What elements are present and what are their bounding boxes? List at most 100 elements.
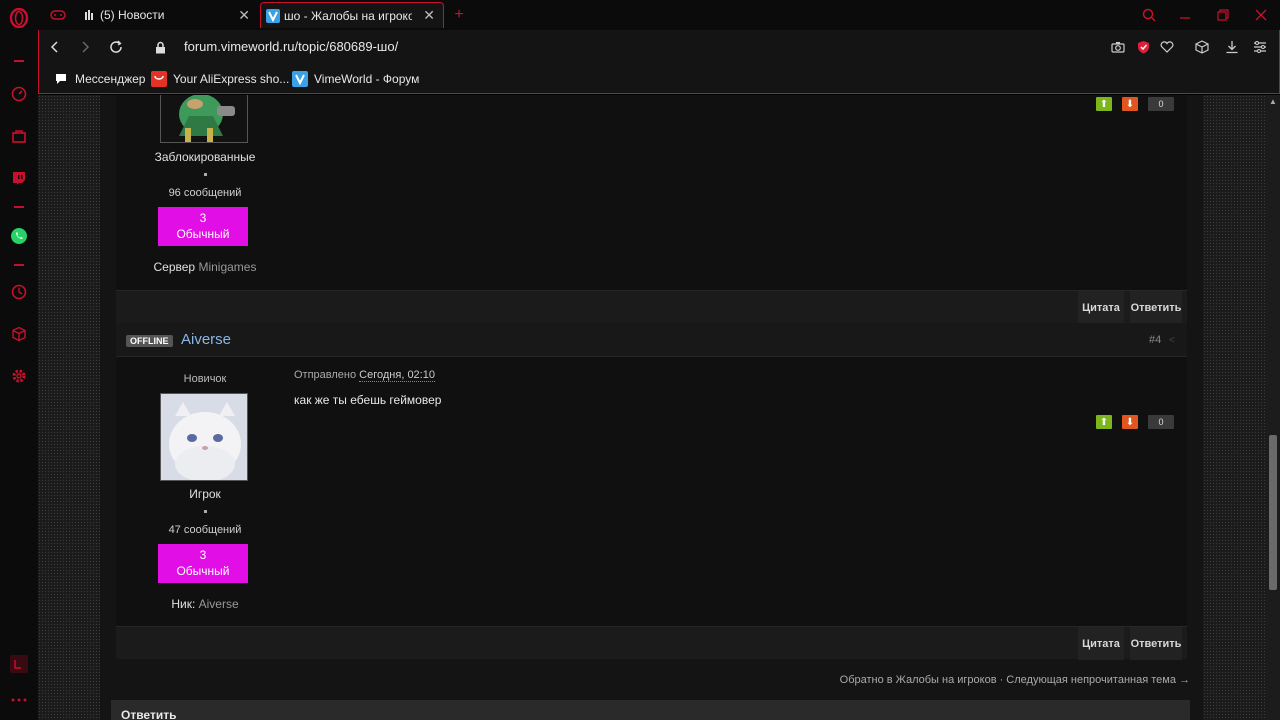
whatsapp-icon[interactable] [9, 226, 29, 246]
minimize-icon[interactable] [1176, 6, 1194, 24]
snapshot-camera-icon[interactable] [1109, 38, 1127, 56]
close-tab-icon[interactable]: ✕ [423, 7, 435, 24]
field-value: Aiverse [198, 597, 239, 611]
reputation-count: 0 [1148, 97, 1174, 111]
topic-reply-button[interactable]: Ответить [121, 708, 176, 720]
opera-sidebar [0, 0, 38, 720]
close-tab-icon[interactable]: ✕ [238, 7, 250, 24]
easy-setup-icon[interactable] [1251, 38, 1269, 56]
rep-down-arrow-icon[interactable]: ⬇ [1122, 415, 1138, 429]
scrollbar[interactable]: ▲ [1266, 95, 1280, 720]
rank-name: Обычный [176, 227, 230, 241]
reload-icon[interactable] [107, 38, 125, 56]
posts-count: 47 сообщений [168, 524, 242, 536]
page-viewport: Заблокированные 96 сообщений 3 Обычный С… [38, 95, 1280, 720]
vimeworld-logo-icon [292, 71, 308, 87]
separator-dot [204, 510, 207, 513]
sidebar-divider [14, 60, 24, 62]
tab-complaints[interactable]: шо - Жалобы на игроков ✕ [260, 2, 444, 28]
user-group: Заблокированные [154, 150, 256, 164]
user-group: Игрок [189, 487, 221, 501]
chat-bubble-icon [53, 71, 69, 87]
field-value: Minigames [198, 260, 257, 274]
bookmark-label: Мессенджер [75, 72, 146, 86]
news-favicon-icon [84, 9, 96, 21]
reply-button[interactable]: Ответить [1130, 627, 1182, 660]
bookmark-label: VimeWorld - Форум [314, 72, 420, 86]
lock-icon[interactable] [151, 38, 169, 56]
date-prefix: Отправлено [294, 369, 357, 381]
close-window-icon[interactable] [1252, 6, 1270, 24]
back-arrow-icon[interactable] [46, 38, 64, 56]
quote-button[interactable]: Цитата [1078, 627, 1124, 660]
new-tab-plus-icon[interactable]: + [450, 6, 468, 24]
post-body: Заблокированные 96 сообщений 3 Обычный С… [116, 95, 1187, 290]
download-icon[interactable] [1223, 38, 1241, 56]
twitch-icon[interactable] [9, 168, 29, 188]
field-label: Сервер [153, 260, 196, 274]
post-footer: Цитата Ответить [116, 626, 1187, 660]
bookmark-messenger[interactable]: Мессенджер [53, 70, 145, 88]
rank-level: 3 [199, 211, 207, 225]
vimeworld-favicon-icon [266, 8, 280, 23]
tab-label: шо - Жалобы на игроков [284, 8, 412, 23]
custom-field: Ник: Aiverse [125, 597, 285, 611]
gamepad-icon[interactable] [48, 5, 68, 25]
user-title: Новичок [183, 373, 227, 385]
background-pattern [1203, 95, 1266, 720]
scroll-up-arrow-icon[interactable]: ▲ [1269, 97, 1277, 106]
tab-strip: (5) Новости ✕ шо - Жалобы на игроков ✕ + [38, 0, 1280, 30]
forum-content: Заблокированные 96 сообщений 3 Обычный С… [111, 95, 1190, 720]
tab-news[interactable]: (5) Новости ✕ [78, 2, 258, 28]
topic-navigation[interactable]: Обратно в Жалобы на игроков · Следующая … [840, 674, 1190, 686]
bookmark-aliexpress[interactable]: Your AliExpress sho... [151, 70, 289, 88]
speed-dial-icon[interactable] [9, 84, 29, 104]
more-dots-icon[interactable] [9, 690, 29, 710]
reply-button[interactable]: Ответить [1130, 291, 1182, 324]
custom-field: Сервер Minigames [125, 260, 285, 274]
reputation-controls: ⬆ ⬇ 0 [1096, 97, 1174, 111]
quote-button[interactable]: Цитата [1078, 291, 1124, 324]
url-text[interactable]: forum.vimeworld.ru/topic/680689-шо/ [184, 39, 398, 54]
rank-name: Обычный [176, 564, 230, 578]
settings-gear-icon[interactable] [9, 366, 29, 386]
rank-level: 3 [199, 548, 207, 562]
bookmark-vimeworld-forum[interactable]: VimeWorld - Форум [292, 70, 419, 88]
post-body: Новичок Игрок 47 сообщений 3 Обычный Ник… [116, 357, 1187, 626]
status-badge: OFFLINE [126, 335, 173, 347]
restore-icon[interactable] [1214, 6, 1232, 24]
rep-up-arrow-icon[interactable]: ⬆ [1096, 97, 1112, 111]
post-content: как же ты ебешь геймовер [294, 393, 442, 407]
scroll-thumb[interactable] [1269, 435, 1277, 590]
shop-bag-icon[interactable] [9, 126, 29, 146]
adblock-shield-icon[interactable] [1134, 38, 1152, 56]
rank-badge: 3 Обычный [158, 544, 248, 583]
background-pattern [38, 95, 100, 720]
field-label: Ник: [171, 597, 196, 611]
aliexpress-bag-icon [151, 71, 167, 87]
post-footer: Цитата Ответить [116, 290, 1187, 324]
sidebar-divider [14, 264, 24, 266]
post-number-link[interactable]: #4 [1149, 334, 1161, 346]
user-avatar[interactable] [160, 95, 248, 143]
reputation-controls: ⬆ ⬇ 0 [1096, 415, 1174, 429]
sidebar-panel-icon[interactable] [9, 654, 29, 674]
bookmark-label: Your AliExpress sho... [173, 72, 290, 86]
extensions-cube-icon[interactable] [1193, 38, 1211, 56]
date-value: Сегодня, 02:10 [359, 369, 435, 382]
heart-icon[interactable] [1158, 38, 1176, 56]
opera-logo-icon[interactable] [9, 8, 29, 28]
user-avatar[interactable] [160, 393, 248, 481]
post-header: OFFLINE Aiverse #4 < [116, 323, 1187, 357]
search-tabs-icon[interactable] [1140, 6, 1158, 24]
rep-down-arrow-icon[interactable]: ⬇ [1122, 97, 1138, 111]
reply-bar: Ответить [111, 700, 1190, 720]
share-icon[interactable]: < [1169, 335, 1175, 346]
forward-arrow-icon[interactable] [76, 38, 94, 56]
author-link[interactable]: Aiverse [181, 331, 231, 348]
extensions-cube-icon[interactable] [9, 324, 29, 344]
rep-up-arrow-icon[interactable]: ⬆ [1096, 415, 1112, 429]
rank-badge: 3 Обычный [158, 207, 248, 246]
posts-count: 96 сообщений [168, 187, 242, 199]
history-clock-icon[interactable] [9, 282, 29, 302]
